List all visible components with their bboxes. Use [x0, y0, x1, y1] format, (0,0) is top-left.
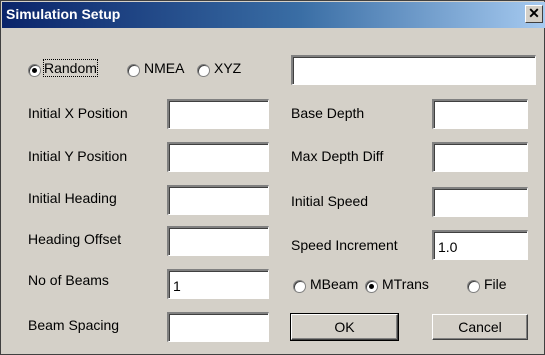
simulation-setup-dialog: Simulation Setup ✕ Random NMEA XYZ Initi… — [0, 0, 545, 355]
radio-xyz[interactable] — [197, 64, 210, 77]
max-depth-diff-input[interactable] — [432, 142, 528, 172]
ok-button[interactable]: OK — [290, 313, 399, 341]
initial-speed-label: Initial Speed — [291, 193, 369, 209]
radio-mtrans[interactable] — [365, 280, 378, 293]
radio-nmea-label[interactable]: NMEA — [144, 60, 184, 76]
radio-file[interactable] — [467, 280, 480, 293]
radio-random[interactable] — [28, 64, 41, 77]
initial-heading-input[interactable] — [167, 185, 269, 215]
speed-increment-input[interactable] — [432, 230, 528, 260]
radio-mtrans-label[interactable]: MTrans — [382, 276, 429, 292]
title-bar[interactable]: Simulation Setup ✕ — [2, 2, 545, 28]
radio-mbeam-label[interactable]: MBeam — [310, 276, 358, 292]
cancel-button[interactable]: Cancel — [432, 314, 528, 340]
initial-y-label: Initial Y Position — [28, 148, 128, 164]
initial-y-input[interactable] — [167, 142, 269, 172]
radio-selected-dot — [32, 68, 37, 73]
initial-heading-label: Initial Heading — [28, 190, 117, 206]
radio-mbeam[interactable] — [293, 280, 306, 293]
base-depth-input[interactable] — [432, 99, 528, 129]
beam-spacing-input[interactable] — [167, 312, 269, 342]
radio-nmea[interactable] — [127, 64, 140, 77]
no-of-beams-input[interactable] — [167, 269, 269, 299]
file-path-input[interactable] — [291, 55, 536, 85]
base-depth-label: Base Depth — [291, 105, 365, 121]
radio-file-label[interactable]: File — [484, 276, 507, 292]
initial-x-label: Initial X Position — [28, 105, 128, 121]
window-title: Simulation Setup — [6, 6, 121, 22]
beam-spacing-label: Beam Spacing — [28, 317, 120, 333]
radio-xyz-label[interactable]: XYZ — [214, 60, 241, 76]
speed-increment-label: Speed Increment — [291, 237, 398, 253]
no-of-beams-label: No of Beams — [28, 272, 109, 288]
heading-offset-label: Heading Offset — [28, 231, 122, 247]
radio-random-label[interactable]: Random — [43, 59, 98, 77]
initial-x-input[interactable] — [167, 99, 269, 129]
heading-offset-input[interactable] — [167, 226, 269, 256]
radio-selected-dot — [369, 284, 374, 289]
close-button[interactable]: ✕ — [525, 5, 543, 23]
max-depth-diff-label: Max Depth Diff — [291, 148, 384, 164]
initial-speed-input[interactable] — [432, 187, 528, 217]
close-icon: ✕ — [528, 5, 540, 21]
